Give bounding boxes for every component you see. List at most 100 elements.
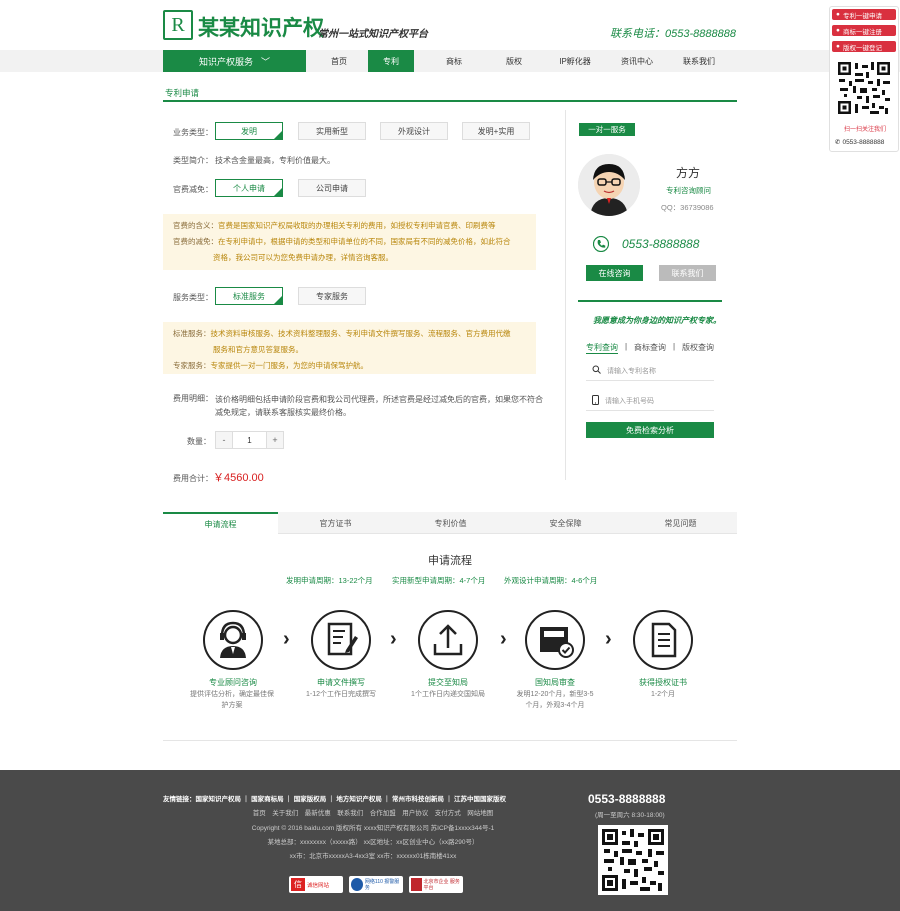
header-phone: 联系电话：0553-8888888 [610, 28, 736, 40]
section-divider [163, 740, 737, 741]
trust-badge-icon: 信 [291, 878, 305, 891]
nav-contact[interactable]: 联系我们 [669, 50, 729, 72]
logo-icon[interactable]: R [163, 10, 193, 40]
police-badge-label: 网络110 报警服务 [364, 878, 400, 891]
note-text: 专家提供一对一门服务，为您的申请保驾护航。 [210, 361, 369, 370]
fee-desc-line: 减免规定，请联系客服核实最终价格。 [215, 408, 351, 417]
trust-badge-label: 诚信网站 [307, 882, 330, 889]
quantity-value[interactable]: 1 [232, 432, 267, 448]
option-personal[interactable]: 个人申请 [215, 179, 283, 197]
consultant-tagline: 我愿意成为你身边的知识产权专家。 [593, 316, 721, 325]
enterprise-badge-icon [411, 878, 422, 891]
enterprise-badge[interactable]: 北京市企业 服务平台 [409, 876, 463, 893]
business-type-label: 业务类型： [173, 128, 213, 137]
step-desc: 1-2个月 [650, 691, 676, 698]
nav-news[interactable]: 资讯中心 [607, 50, 667, 72]
footer-qr-code [598, 825, 668, 895]
tab-certificate[interactable]: 官方证书 [278, 512, 393, 534]
nav-ip-incubator[interactable]: IP孵化器 [545, 50, 605, 72]
query-tab-patent[interactable]: 专利查询 [586, 342, 618, 354]
query-tab-trademark[interactable]: 商标查询 [634, 342, 666, 353]
option-company[interactable]: 公司申请 [298, 179, 366, 197]
user-icon: ● [836, 27, 840, 34]
side-btn-label: 专利一键申请 [842, 12, 882, 20]
footer-address-1: 某地总部：xxxxxxxx（xxxxx路） xx区地址：xx区创业中心（xx路2… [267, 839, 479, 846]
side-patent-apply-button[interactable]: ● 专利一键申请 [832, 9, 896, 20]
consultant-avatar [578, 154, 640, 216]
nav-service-menu[interactable]: 知识产权服务 ﹀ [163, 50, 306, 72]
slogan: 常州一站式知识产权平台 [318, 29, 428, 40]
panel-separator [578, 300, 722, 302]
tab-process[interactable]: 申请流程 [163, 512, 278, 534]
plus-button[interactable]: + [267, 432, 283, 448]
option-invention-utility[interactable]: 发明+实用 [462, 122, 530, 140]
note-text: 技术资料审核服务、技术资料整理服务、专利申请文件撰写服务、流程服务、官方费用代缴 [210, 329, 511, 338]
nav-home[interactable]: 首页 [310, 50, 368, 72]
trust-badge[interactable]: 信 诚信网站 [289, 876, 343, 893]
patent-name-input[interactable]: 请输入专利名称 [586, 361, 714, 381]
query-tab-separator: | [673, 342, 676, 351]
note-key: 专家服务： [173, 361, 211, 370]
option-standard-service[interactable]: 标准服务 [215, 287, 283, 305]
free-search-button[interactable]: 免费检索分析 [586, 422, 714, 438]
note-text: 资格，我公司可以为您免费申请办理，详情咨询客服。 [213, 253, 393, 262]
tab-faq[interactable]: 常见问题 [623, 512, 738, 534]
footer-phone: 0553-8888888 [588, 792, 666, 806]
side-trademark-register-button[interactable]: ● 商标一键注册 [832, 25, 896, 36]
breadcrumb-underline [163, 100, 737, 102]
step-name: 国知局审查 [535, 678, 575, 687]
note-key: 标准服务： [173, 329, 211, 338]
footer-nav[interactable]: 首页 关于我们 最新优惠 联系我们 合作加盟 用户协议 支付方式 网站地图 [163, 807, 583, 817]
upload-icon [418, 610, 478, 670]
minus-button[interactable]: - [216, 432, 232, 448]
step-desc: 发明12-20个月，新型3-5个月，外观3-4个月 [516, 691, 594, 709]
query-tab-copyright[interactable]: 版权查询 [682, 342, 714, 353]
option-expert-service[interactable]: 专家服务 [298, 287, 366, 305]
step-name: 专业顾问咨询 [209, 678, 257, 687]
nav-trademark[interactable]: 商标 [425, 50, 483, 72]
intro-label: 类型简介： [173, 156, 213, 165]
option-utility-model[interactable]: 实用新型 [298, 122, 366, 140]
nav-service-label: 知识产权服务 [198, 56, 253, 67]
contact-us-button[interactable]: 联系我们 [659, 265, 716, 281]
total-label: 费用合计： [173, 474, 213, 483]
nav-patent[interactable]: 专利 [368, 50, 414, 72]
user-icon: ● [836, 11, 840, 18]
nav-copyright[interactable]: 版权 [485, 50, 543, 72]
consultant-role: 专利咨询顾问 [666, 186, 711, 195]
panel-divider [565, 110, 566, 480]
logo-text[interactable]: 某某知识产权 [198, 12, 324, 42]
process-title: 申请流程 [428, 555, 472, 567]
cycle-utility: 实用新型申请周期：4-7个月 [392, 576, 486, 585]
side-copyright-register-button[interactable]: ● 版权一键登记 [832, 41, 896, 52]
intro-text: 技术含金量最高，专利价值最大。 [215, 156, 335, 165]
arrow-right-icon: › [283, 628, 290, 650]
note-key: 官费的含义： [173, 221, 218, 230]
quantity-stepper[interactable]: - 1 + [215, 431, 284, 449]
police-badge[interactable]: 网络110 报警服务 [349, 876, 403, 893]
service-note: 标准服务：技术资料审核服务、技术资料整理服务、专利申请文件撰写服务、流程服务、官… [163, 322, 536, 374]
user-icon: ● [836, 43, 840, 50]
tab-security[interactable]: 安全保障 [508, 512, 623, 534]
online-consult-button[interactable]: 在线咨询 [586, 265, 643, 281]
police-badge-icon [351, 878, 363, 891]
tab-value[interactable]: 专利价值 [393, 512, 508, 534]
breadcrumb: 专利申请 [165, 88, 200, 98]
cycle-invention: 发明申请周期：13-22个月 [286, 576, 373, 585]
consultant-qq: QQ：36739086 [661, 203, 714, 212]
side-scan-text: 扫一扫关注我们 [843, 127, 886, 133]
footer-friend-links[interactable]: 友情链接：国家知识产权局 ｜ 国家商标局 ｜ 国家版权局 ｜ 地方知识产权局 ｜… [163, 793, 506, 803]
arrow-right-icon: › [500, 628, 507, 650]
option-invention[interactable]: 发明 [215, 122, 283, 140]
quantity-label: 数量： [187, 437, 211, 446]
step-name: 申请文件撰写 [317, 678, 365, 687]
fee-reduce-label: 官费减免： [173, 185, 213, 194]
total-value: ￥4560.00 [213, 472, 264, 484]
phone-icon: ✆ [835, 139, 841, 146]
side-phone: ✆ 0553-8888888 [835, 138, 884, 147]
certificate-icon [633, 610, 693, 670]
side-btn-label: 版权一键登记 [842, 44, 882, 52]
fee-desc-text: 该价格明细包括申请阶段官费和我公司代理费，所述官费是经过减免后的官费，如果您不符… [215, 393, 543, 419]
option-design[interactable]: 外观设计 [380, 122, 448, 140]
phone-input[interactable]: 请输入手机号码 [586, 391, 714, 411]
